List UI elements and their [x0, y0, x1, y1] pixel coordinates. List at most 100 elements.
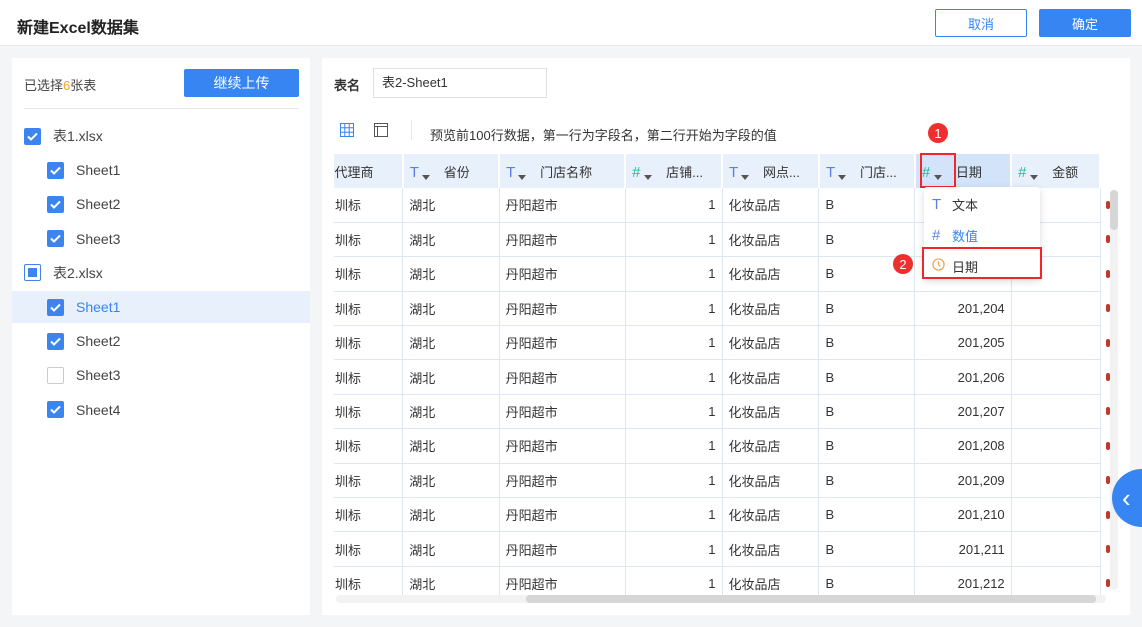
- table-cell: 圳标: [334, 463, 404, 499]
- column-header[interactable]: # 店铺...: [625, 154, 724, 188]
- column-header[interactable]: T 网点...: [722, 154, 820, 188]
- table-cell: 圳标: [334, 291, 404, 327]
- table-cell: 201,209: [914, 463, 1012, 499]
- text-type-icon[interactable]: T: [826, 164, 856, 181]
- table-cell: 1: [624, 531, 723, 567]
- checkbox[interactable]: [24, 264, 41, 282]
- selected-prefix: 已选择: [24, 78, 64, 93]
- table-cell: B: [818, 222, 916, 258]
- sheet-label: Sheet2: [76, 333, 121, 350]
- table-cell: 1: [624, 463, 723, 499]
- column-header[interactable]: 代理商: [334, 154, 404, 188]
- table-cell: B: [818, 325, 916, 361]
- option-label: 文本: [952, 197, 979, 213]
- table-cell: 湖北: [402, 428, 500, 464]
- table-cell: 圳标: [334, 531, 404, 567]
- checkbox[interactable]: [47, 401, 64, 419]
- number-type-icon[interactable]: #: [632, 164, 662, 181]
- checkbox[interactable]: [24, 127, 41, 145]
- column-header[interactable]: # 金额: [1011, 154, 1101, 188]
- table-cell: 1: [624, 256, 723, 292]
- type-option-text[interactable]: T 文本: [924, 190, 1040, 218]
- sheet-item[interactable]: Sheet2: [12, 325, 310, 357]
- checkbox[interactable]: [47, 230, 64, 248]
- table-cell: B: [818, 394, 916, 430]
- continue-upload-button[interactable]: 继续上传: [184, 69, 299, 97]
- number-type-icon[interactable]: #: [1018, 164, 1048, 181]
- sheet-item[interactable]: Sheet2: [12, 188, 310, 220]
- table-cell: 湖北: [402, 222, 500, 258]
- checkbox[interactable]: [47, 366, 64, 384]
- table-row: 圳标 湖北 丹阳超市 1 化妆品店 B 201,210: [334, 497, 1101, 533]
- table-cell: 湖北: [402, 188, 500, 223]
- sheet-label: Sheet1: [76, 162, 121, 179]
- scroll-thumb[interactable]: [526, 595, 1096, 603]
- column-label: 金额: [1052, 164, 1079, 180]
- column-header[interactable]: T 门店...: [818, 154, 916, 188]
- table-cell: 1: [624, 359, 723, 395]
- checkbox[interactable]: [47, 161, 64, 179]
- table-cell: 湖北: [402, 497, 500, 533]
- table-cell: 圳标: [334, 359, 404, 395]
- table-cell: B: [818, 359, 916, 395]
- sheet-item[interactable]: Sheet1: [12, 154, 310, 186]
- table-cell: 201,206: [914, 359, 1012, 395]
- table-cell: 201,210: [914, 497, 1012, 533]
- table-cell: B: [818, 463, 916, 499]
- table-cell: 丹阳超市: [498, 222, 626, 258]
- type-option-number[interactable]: # 数值: [924, 221, 1040, 249]
- table-cell: 湖北: [402, 359, 500, 395]
- text-type-icon[interactable]: T: [506, 164, 536, 181]
- confirm-button[interactable]: 确定: [1039, 9, 1131, 37]
- sheet-item[interactable]: 表2.xlsx: [12, 257, 310, 289]
- cell-edge-marker: [1106, 476, 1110, 485]
- checkbox[interactable]: [47, 332, 64, 350]
- table-row: 圳标 湖北 丹阳超市 1 化妆品店 B 201,211: [334, 531, 1101, 567]
- table-cell: 丹阳超市: [498, 394, 626, 430]
- table-cell: [1010, 394, 1101, 430]
- table-cell: [1010, 291, 1101, 327]
- table-cell: 201,208: [914, 428, 1012, 464]
- step-1-badge: 1: [928, 123, 948, 143]
- table-cell: 丹阳超市: [498, 256, 626, 292]
- sheet-item[interactable]: 表1.xlsx: [12, 120, 310, 152]
- table-cell: 化妆品店: [721, 291, 820, 327]
- table-cell: 化妆品店: [721, 222, 820, 258]
- horizontal-scrollbar[interactable]: [336, 595, 1106, 603]
- sheet-label: Sheet1: [76, 299, 121, 315]
- checkbox[interactable]: [47, 195, 64, 213]
- cancel-button[interactable]: 取消: [935, 9, 1027, 37]
- sheet-item[interactable]: Sheet4: [12, 394, 310, 426]
- sheet-label: Sheet3: [76, 367, 121, 384]
- sheet-label: Sheet4: [76, 401, 121, 418]
- text-type-icon[interactable]: T: [729, 164, 759, 181]
- table-row: 圳标 湖北 丹阳超市 1 化妆品店 B 201,205: [334, 325, 1101, 361]
- table-cell: 圳标: [334, 256, 404, 292]
- preview-panel: 表名 表2-Sheet1 预览前100行数据，第一行为字段名，第二行开始为字段的…: [322, 58, 1130, 615]
- text-type-icon[interactable]: T: [410, 164, 440, 181]
- table-cell: 丹阳超市: [498, 188, 626, 223]
- sheet-item[interactable]: Sheet3: [12, 223, 310, 255]
- divider: [24, 108, 299, 109]
- column-header[interactable]: T 省份: [402, 154, 501, 188]
- table-cell: [1010, 325, 1101, 361]
- table-cell: 201,205: [914, 325, 1012, 361]
- table-cell: B: [818, 531, 916, 567]
- grid-view-icon[interactable]: [339, 122, 355, 138]
- sheet-item[interactable]: Sheet1: [12, 291, 310, 323]
- cell-edge-marker: [1106, 510, 1110, 519]
- table-cell: 丹阳超市: [498, 325, 626, 361]
- column-header[interactable]: T 门店名称: [499, 154, 627, 188]
- table-cell: 1: [624, 291, 723, 327]
- layout-view-icon[interactable]: [373, 122, 389, 138]
- cell-edge-marker: [1106, 235, 1110, 244]
- checkbox[interactable]: [47, 298, 64, 316]
- dialog-title: 新建Excel数据集: [17, 20, 139, 37]
- toolbar-separator: [411, 120, 412, 140]
- vertical-scrollbar[interactable]: [1110, 190, 1118, 590]
- table-name-label: 表名: [334, 78, 361, 93]
- table-cell: [1010, 497, 1101, 533]
- scroll-thumb[interactable]: [1110, 190, 1118, 230]
- sheet-item[interactable]: Sheet3: [12, 359, 310, 391]
- table-name-input[interactable]: 表2-Sheet1: [373, 68, 547, 98]
